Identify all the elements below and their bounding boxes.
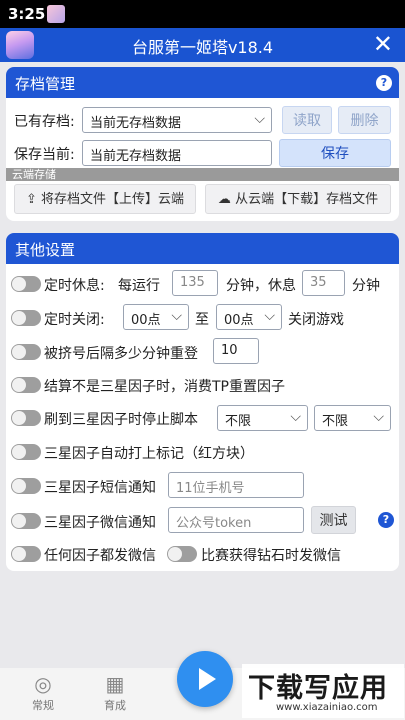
status-bar: 3:25 bbox=[0, 0, 405, 28]
minutes-rest-label: 分钟，休息 bbox=[226, 278, 296, 294]
minutes-label: 分钟 bbox=[352, 278, 380, 294]
status-time: 3:25 bbox=[8, 5, 46, 23]
other-settings-title: 其他设置 bbox=[15, 241, 76, 259]
stop-condition-select-2[interactable]: 不限 ⌵ bbox=[314, 405, 391, 431]
save-management-header: 存档管理 ? bbox=[6, 67, 399, 98]
timed-close-label: 定时关闭: bbox=[44, 312, 105, 328]
timed-close-toggle[interactable] bbox=[11, 310, 41, 326]
save-current-label: 保存当前: bbox=[14, 147, 75, 163]
any-factor-wechat-label: 任何因子都发微信 bbox=[44, 548, 156, 564]
close-game-label: 关闭游戏 bbox=[288, 312, 344, 328]
rest-minutes-input[interactable]: 35 bbox=[302, 270, 345, 296]
sms-notify-label: 三星因子短信通知 bbox=[44, 480, 156, 496]
stop-script-toggle[interactable] bbox=[11, 410, 41, 426]
app-thumbnail-icon bbox=[47, 5, 65, 23]
nav-item-general-label: 常规 bbox=[32, 699, 54, 712]
close-to-value: 00点 bbox=[224, 313, 254, 328]
chevron-down-icon: ⌵ bbox=[290, 409, 301, 425]
delete-button[interactable]: 删除 bbox=[338, 106, 391, 134]
phone-number-input[interactable]: 11位手机号 bbox=[168, 472, 304, 498]
play-button[interactable] bbox=[177, 651, 233, 707]
run-minutes-input[interactable]: 135 bbox=[172, 270, 218, 296]
existing-save-select[interactable]: 当前无存档数据 ⌵ bbox=[82, 107, 272, 133]
download-icon: ☁ bbox=[217, 192, 236, 207]
watermark-url: www.xiazainiao.com bbox=[276, 702, 378, 713]
watermark: 下载写应用 www.xiazainiao.com bbox=[242, 664, 404, 718]
close-from-value: 00点 bbox=[131, 313, 161, 328]
every-run-label: 每运行 bbox=[118, 278, 160, 294]
reset-factor-label: 结算不是三星因子时，消费TP重置因子 bbox=[44, 379, 285, 395]
existing-save-label: 已有存档: bbox=[14, 114, 75, 130]
upload-button[interactable]: ⇪ 将存档文件【上传】云端 bbox=[14, 184, 196, 214]
timed-rest-toggle[interactable] bbox=[11, 276, 41, 292]
watermark-text: 下载写应用 bbox=[248, 673, 388, 704]
other-settings-card: 其他设置 定时休息: 每运行 135 分钟，休息 35 分钟 定时关闭: 00点… bbox=[6, 233, 399, 571]
relogin-toggle[interactable] bbox=[11, 344, 41, 360]
stop-condition-value-1: 不限 bbox=[225, 414, 252, 429]
stop-condition-select-1[interactable]: 不限 ⌵ bbox=[217, 405, 308, 431]
auto-mark-toggle[interactable] bbox=[11, 444, 41, 460]
reset-factor-toggle[interactable] bbox=[11, 377, 41, 393]
close-from-select[interactable]: 00点 ⌵ bbox=[123, 304, 189, 330]
chevron-down-icon: ⌵ bbox=[373, 409, 384, 425]
wechat-notify-toggle[interactable] bbox=[11, 513, 41, 529]
stop-condition-value-2: 不限 bbox=[322, 414, 349, 429]
to-label: 至 bbox=[195, 312, 209, 328]
save-management-card: 存档管理 ? 已有存档: 当前无存档数据 ⌵ 读取 删除 保存当前: 当前无存档… bbox=[6, 67, 399, 221]
chrome-icon: ◎ bbox=[34, 672, 52, 696]
window-title: 台服第一姬塔v18.4 bbox=[131, 38, 274, 57]
sms-notify-toggle[interactable] bbox=[11, 478, 41, 494]
help-icon[interactable]: ? bbox=[376, 75, 392, 91]
wechat-notify-label: 三星因子微信通知 bbox=[44, 515, 156, 531]
download-button[interactable]: ☁ 从云端【下载】存档文件 bbox=[205, 184, 391, 214]
chevron-down-icon: ⌵ bbox=[264, 308, 275, 324]
title-bar: 台服第一姬塔v18.4 ✕ bbox=[0, 28, 405, 62]
save-management-title: 存档管理 bbox=[15, 75, 76, 93]
diamond-wechat-label: 比赛获得钻石时发微信 bbox=[201, 548, 341, 564]
other-settings-header: 其他设置 bbox=[6, 233, 399, 264]
upload-button-label: 将存档文件【上传】云端 bbox=[41, 192, 185, 207]
save-button[interactable]: 保存 bbox=[279, 139, 391, 167]
any-factor-wechat-toggle[interactable] bbox=[11, 546, 41, 562]
nav-item-training-label: 育成 bbox=[104, 699, 126, 712]
read-button[interactable]: 读取 bbox=[282, 106, 332, 134]
cloud-storage-label: 云端存储 bbox=[6, 168, 399, 181]
nav-item-general[interactable]: ◎ 常规 bbox=[13, 674, 73, 713]
download-button-label: 从云端【下载】存档文件 bbox=[235, 192, 379, 207]
close-icon[interactable]: ✕ bbox=[373, 30, 393, 58]
timed-rest-label: 定时休息: bbox=[44, 278, 105, 294]
grid-icon: ▦ bbox=[105, 672, 125, 696]
save-current-input[interactable]: 当前无存档数据 bbox=[82, 140, 272, 166]
chevron-down-icon: ⌵ bbox=[171, 308, 182, 324]
test-button[interactable]: 测试 bbox=[311, 506, 356, 534]
chevron-down-icon: ⌵ bbox=[254, 111, 265, 127]
stop-script-label: 刷到三星因子时停止脚本 bbox=[44, 412, 198, 428]
diamond-wechat-toggle[interactable] bbox=[167, 546, 197, 562]
upload-icon: ⇪ bbox=[25, 192, 41, 207]
existing-save-value: 当前无存档数据 bbox=[90, 116, 182, 131]
help-icon[interactable]: ? bbox=[378, 512, 394, 528]
auto-mark-label: 三星因子自动打上标记（红方块） bbox=[44, 446, 254, 462]
relogin-label: 被挤号后隔多少分钟重登 bbox=[44, 346, 198, 362]
wechat-token-input[interactable]: 公众号token bbox=[168, 507, 304, 533]
close-to-select[interactable]: 00点 ⌵ bbox=[216, 304, 282, 330]
nav-item-training[interactable]: ▦ 育成 bbox=[85, 674, 145, 713]
relogin-minutes-input[interactable]: 10 bbox=[213, 338, 259, 364]
